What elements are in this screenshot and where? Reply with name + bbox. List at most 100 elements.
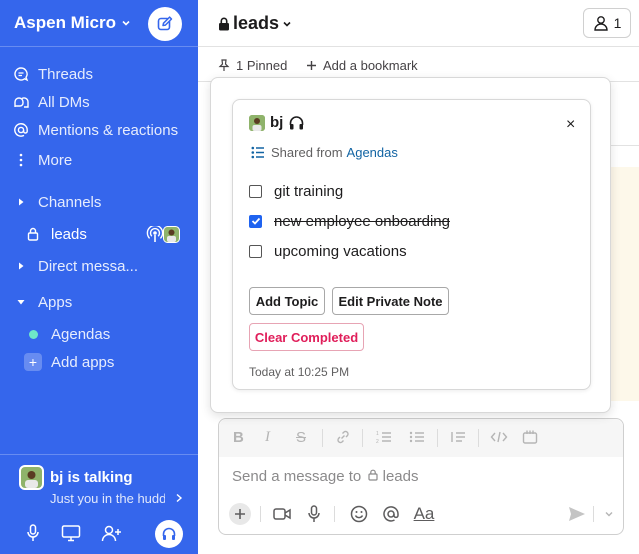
formatting-toolbar: B I S 12 bbox=[219, 419, 623, 457]
edit-private-note-button[interactable]: Edit Private Note bbox=[332, 287, 449, 315]
plus-icon bbox=[235, 509, 245, 519]
bold-icon[interactable]: B bbox=[233, 429, 244, 446]
ordered-list-icon[interactable]: 12 bbox=[376, 429, 392, 445]
attach-button[interactable] bbox=[229, 503, 251, 525]
sidebar-item-label: All DMs bbox=[38, 93, 90, 111]
sidebar-item-mentions[interactable]: Mentions & reactions bbox=[0, 117, 198, 143]
italic-icon[interactable]: I bbox=[265, 429, 270, 446]
close-icon[interactable]: × bbox=[566, 116, 575, 134]
sidebar-item-more[interactable]: More bbox=[0, 147, 198, 173]
code-icon[interactable] bbox=[490, 429, 508, 445]
bullet-list-icon[interactable] bbox=[409, 429, 425, 445]
message-composer: B I S 12 Send a message to leads Aa bbox=[218, 418, 624, 535]
workspace-name: Aspen Micro bbox=[14, 13, 117, 32]
strikethrough-icon[interactable]: S bbox=[296, 429, 306, 446]
sidebar-item-label: Threads bbox=[38, 65, 94, 83]
headset-button[interactable] bbox=[155, 520, 183, 548]
microphone-icon[interactable] bbox=[22, 522, 44, 544]
card-header: bj bbox=[249, 114, 305, 131]
card-timestamp: Today at 10:25 PM bbox=[249, 365, 350, 379]
channel-header: leads 1 bbox=[198, 0, 639, 47]
screen-share-icon[interactable] bbox=[60, 522, 82, 544]
list-icon bbox=[251, 146, 264, 159]
send-icon[interactable] bbox=[566, 503, 588, 525]
plus-icon bbox=[307, 61, 316, 70]
add-bookmark-label: Add a bookmark bbox=[323, 58, 418, 73]
broadcast-icon bbox=[146, 226, 164, 242]
microphone-icon[interactable] bbox=[303, 503, 325, 525]
at-icon bbox=[12, 121, 30, 139]
svg-text:1: 1 bbox=[376, 431, 379, 437]
chevron-down-icon bbox=[122, 20, 130, 26]
sidebar-item-threads[interactable]: Threads bbox=[0, 61, 198, 87]
checkbox[interactable] bbox=[249, 244, 262, 258]
checkbox[interactable] bbox=[249, 184, 262, 198]
shared-from-line: Shared from Agendas bbox=[251, 145, 398, 160]
members-button[interactable]: 1 bbox=[583, 8, 631, 38]
pin-icon bbox=[218, 59, 230, 71]
channels-section-toggle[interactable]: Channels bbox=[0, 189, 198, 215]
agenda-item[interactable]: git training bbox=[249, 181, 343, 201]
huddle-title: bj is talking bbox=[50, 469, 133, 486]
sidebar-item-label: Mentions & reactions bbox=[38, 121, 179, 139]
message-input[interactable]: Send a message to leads bbox=[232, 468, 418, 485]
channel-name: leads bbox=[233, 13, 280, 33]
member-count: 1 bbox=[613, 15, 622, 31]
agenda-card: bj × Shared from Agendas git training ne… bbox=[232, 99, 591, 390]
chevron-down-icon bbox=[283, 21, 291, 27]
add-icon: + bbox=[24, 353, 42, 371]
code-block-icon[interactable] bbox=[522, 429, 538, 445]
sidebar: Aspen Micro Threads All DMs Mentions & r… bbox=[0, 0, 198, 554]
clear-completed-button[interactable]: Clear Completed bbox=[249, 323, 364, 351]
section-label: Direct messa... bbox=[38, 257, 139, 275]
send-options-icon[interactable] bbox=[598, 503, 620, 525]
dms-section-toggle[interactable]: Direct messa... bbox=[0, 253, 198, 279]
agenda-item[interactable]: upcoming vacations bbox=[249, 241, 407, 261]
compose-icon bbox=[157, 16, 173, 31]
emoji-icon[interactable] bbox=[348, 503, 370, 525]
sidebar-item-leads[interactable]: leads bbox=[0, 221, 198, 247]
placeholder-channel: leads bbox=[382, 468, 419, 485]
source-app-link[interactable]: Agendas bbox=[347, 145, 398, 160]
caret-right-icon bbox=[12, 193, 30, 211]
headset-icon bbox=[162, 527, 176, 540]
format-toggle-icon[interactable]: Aa bbox=[411, 503, 437, 525]
agenda-popover: bj × Shared from Agendas git training ne… bbox=[210, 77, 611, 413]
channel-title-button[interactable]: leads bbox=[218, 13, 292, 34]
dms-icon bbox=[12, 93, 30, 111]
sidebar-divider bbox=[0, 454, 198, 455]
chevron-right-icon[interactable] bbox=[175, 493, 183, 503]
add-topic-button[interactable]: Add Topic bbox=[249, 287, 325, 315]
caret-right-icon bbox=[12, 257, 30, 275]
avatar bbox=[249, 114, 265, 131]
threads-icon bbox=[12, 65, 30, 83]
sidebar-item-add-apps[interactable]: + Add apps bbox=[0, 349, 198, 375]
section-label: Channels bbox=[38, 193, 102, 211]
section-label: Apps bbox=[38, 293, 73, 311]
link-icon[interactable] bbox=[335, 429, 351, 445]
status-dot-icon bbox=[24, 325, 42, 343]
avatar bbox=[163, 226, 180, 243]
sidebar-item-agendas[interactable]: Agendas bbox=[0, 321, 198, 347]
lock-icon bbox=[24, 225, 42, 243]
mention-icon[interactable] bbox=[380, 503, 402, 525]
add-bookmark-button[interactable]: Add a bookmark bbox=[306, 58, 418, 73]
app-label: Agendas bbox=[51, 325, 111, 343]
video-icon[interactable] bbox=[271, 503, 293, 525]
agenda-item[interactable]: new employee onboarding bbox=[249, 211, 450, 231]
pinned-button[interactable]: 1 Pinned bbox=[218, 58, 287, 73]
person-icon bbox=[593, 16, 608, 31]
svg-text:2: 2 bbox=[376, 439, 379, 445]
sidebar-item-all-dms[interactable]: All DMs bbox=[0, 89, 198, 115]
add-person-icon[interactable] bbox=[101, 522, 123, 544]
blockquote-icon[interactable] bbox=[450, 429, 466, 445]
check-icon bbox=[251, 217, 260, 225]
checkbox-checked[interactable] bbox=[249, 214, 262, 228]
avatar bbox=[19, 465, 44, 490]
placeholder-prefix: Send a message to bbox=[232, 468, 362, 485]
apps-section-toggle[interactable]: Apps bbox=[0, 289, 198, 315]
channel-label: leads bbox=[51, 225, 87, 243]
compose-button[interactable] bbox=[148, 7, 182, 41]
huddle-indicator[interactable] bbox=[146, 225, 182, 245]
caret-down-icon bbox=[12, 293, 30, 311]
